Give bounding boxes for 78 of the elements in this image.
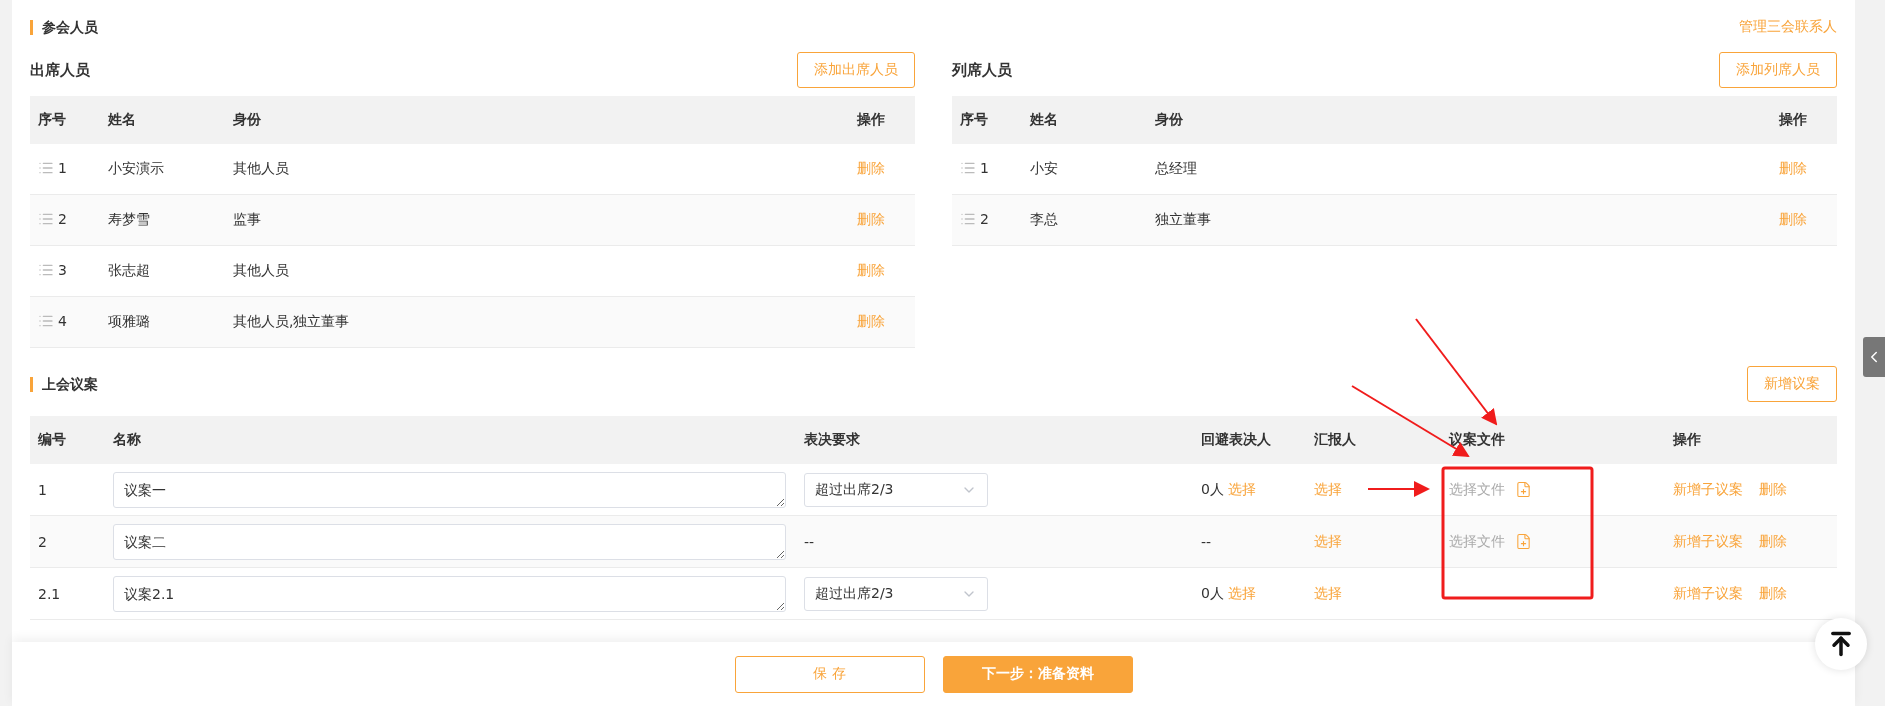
column-header: 序号 [30, 96, 100, 144]
delete-link[interactable]: 删除 [1759, 480, 1787, 499]
person-name: 小安 [1030, 160, 1058, 176]
add-button[interactable]: 添加出席人员 [797, 52, 915, 88]
column-header: 身份 [1147, 96, 1771, 144]
person-name: 张志超 [108, 262, 150, 278]
delete-link[interactable]: 删除 [857, 160, 885, 176]
section-title: 参会人员 [30, 19, 98, 35]
delete-link[interactable]: 删除 [1759, 532, 1787, 551]
person-role: 其他人员,独立董事 [233, 313, 350, 329]
person-role: 独立董事 [1155, 211, 1211, 227]
column-header: 名称 [105, 416, 796, 464]
person-name: 李总 [1030, 211, 1058, 227]
save-button[interactable]: 保 存 [734, 655, 925, 693]
add-motion-button[interactable]: 新增议案 [1747, 366, 1837, 402]
column-header: 表决要求 [796, 416, 1193, 464]
empty-value: -- [1201, 533, 1212, 550]
add-sub-motion-link[interactable]: 新增子议案 [1673, 532, 1743, 551]
row-number: 2 [980, 210, 989, 227]
delete-link[interactable]: 删除 [1779, 160, 1807, 176]
select-link[interactable]: 选择 [1227, 584, 1256, 603]
column-header: 姓名 [100, 96, 225, 144]
column-header: 序号 [952, 96, 1022, 144]
add-button[interactable]: 添加列席人员 [1719, 52, 1837, 88]
delete-link[interactable]: 删除 [857, 211, 885, 227]
subsection-title: 列席人员 [952, 60, 1012, 80]
column-header: 回避表决人 [1193, 416, 1306, 464]
recusal-count: 0人 [1201, 480, 1224, 499]
row-number: 3 [58, 261, 67, 278]
vote-requirement-select[interactable]: 超过出席2/3 [804, 576, 988, 611]
row-number: 1 [58, 159, 67, 176]
delete-link[interactable]: 删除 [857, 313, 885, 329]
row-number: 2 [58, 210, 67, 227]
motion-name-input[interactable]: 议案一 [113, 471, 786, 508]
manage-contacts-link[interactable]: 管理三会联系人 [1739, 18, 1837, 36]
delete-link[interactable]: 删除 [857, 262, 885, 278]
motion-name-input[interactable]: 议案二 [113, 523, 786, 560]
select-link[interactable]: 选择 [1314, 584, 1342, 601]
recusal-count: 0人 [1201, 584, 1224, 603]
select-file-link[interactable]: 选择文件 [1449, 532, 1532, 551]
vote-requirement-select[interactable]: 超过出席2/3 [804, 472, 988, 507]
add-sub-motion-link[interactable]: 新增子议案 [1673, 584, 1743, 603]
delete-link[interactable]: 删除 [1759, 584, 1787, 603]
collapse-tab[interactable] [1863, 337, 1885, 377]
add-sub-motion-link[interactable]: 新增子议案 [1673, 480, 1743, 499]
select-link[interactable]: 选择 [1227, 480, 1256, 499]
next-step-button[interactable]: 下一步：准备资料 [942, 655, 1133, 693]
select-file-link[interactable]: 选择文件 [1449, 480, 1532, 499]
column-header: 身份 [225, 96, 849, 144]
person-name: 小安演示 [108, 160, 164, 176]
column-header: 操作 [1665, 416, 1837, 464]
column-header: 编号 [30, 416, 105, 464]
row-number: 4 [58, 312, 67, 329]
motion-name-input[interactable]: 议案2.1 [113, 575, 786, 612]
file-plus-icon [1515, 533, 1532, 550]
select-link[interactable]: 选择 [1314, 532, 1342, 549]
person-name: 项雅璐 [108, 313, 150, 329]
column-header: 议案文件 [1441, 416, 1665, 464]
motion-number: 1 [38, 481, 47, 498]
person-name: 寿梦雪 [108, 211, 150, 227]
motion-number: 2 [38, 533, 47, 550]
column-header: 姓名 [1022, 96, 1147, 144]
person-role: 监事 [233, 211, 261, 227]
delete-link[interactable]: 删除 [1779, 211, 1807, 227]
section-title: 上会议案 [30, 376, 98, 392]
person-role: 其他人员 [233, 160, 289, 176]
person-role: 其他人员 [233, 262, 289, 278]
motion-number: 2.1 [38, 585, 61, 602]
column-header: 汇报人 [1306, 416, 1441, 464]
column-header: 操作 [1771, 96, 1837, 144]
select-link[interactable]: 选择 [1314, 480, 1342, 497]
person-role: 总经理 [1155, 160, 1197, 176]
annotation-arrow [1367, 481, 1430, 497]
row-number: 1 [980, 159, 989, 176]
empty-value: -- [804, 533, 815, 550]
subsection-title: 出席人员 [30, 60, 90, 80]
file-plus-icon [1515, 481, 1532, 498]
column-header: 操作 [849, 96, 915, 144]
